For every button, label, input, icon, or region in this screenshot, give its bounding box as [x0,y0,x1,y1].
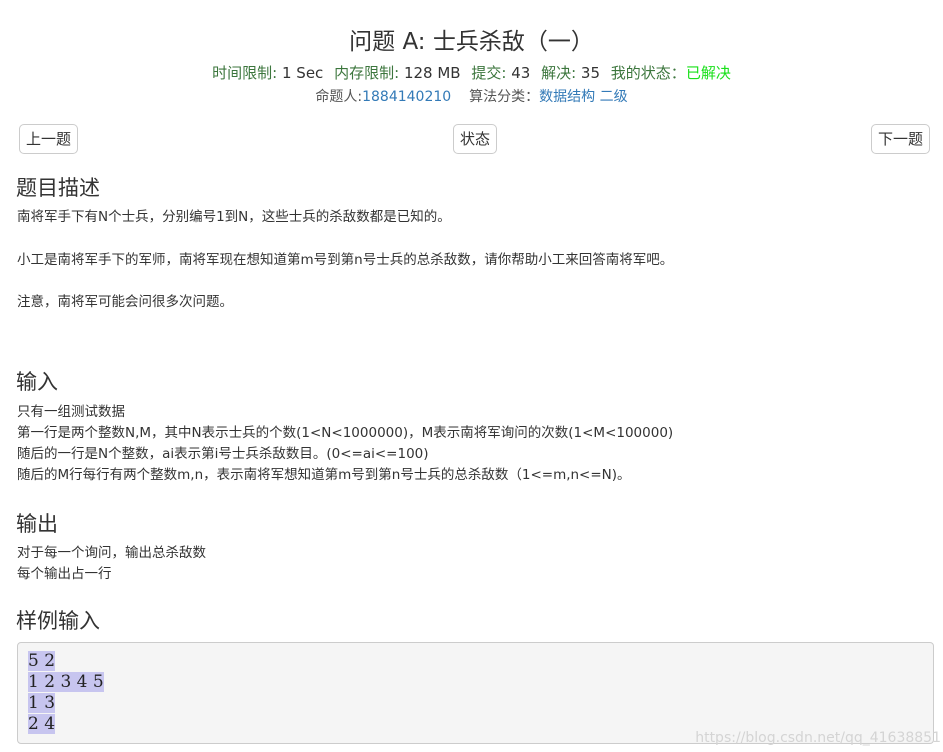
sample-line: 1 3 [28,693,56,713]
sample-line: 5 2 [28,651,56,671]
memory-limit-label: 内存限制: [334,64,400,82]
input-line-3: 随后的一行是N个整数，ai表示第i号士兵杀敌数目。(0<=ai<=100) [17,446,429,462]
next-problem-button[interactable]: 下一题 [871,124,931,154]
output-line-1: 对于每一个询问，输出总杀敌数 [17,545,206,561]
problem-meta: 时间限制: 1 Sec 内存限制: 128 MB 提交: 43 解决: 35 我… [0,62,943,83]
output-heading: 输出 [16,512,58,536]
category-tag-level[interactable]: 二级 [600,89,628,105]
submit-label: 提交: [471,64,507,82]
my-status-value: 已解决 [685,64,731,82]
sample-line: 1 2 3 4 5 [28,672,104,692]
my-status-label: 我的状态： [610,64,686,82]
category-label: 算法分类： [469,89,540,105]
solved-label: 解决: [541,64,577,82]
input-line-2: 第一行是两个整数N,M，其中N表示士兵的个数(1<N<1000000)，M表示南… [17,425,674,441]
solved-count: 35 [580,64,601,82]
status-button[interactable]: 状态 [453,124,498,154]
sample-input-box[interactable]: 5 2 1 2 3 4 5 1 3 2 4 [17,642,934,744]
problem-meta-2: 命题人:1884140210 算法分类：数据结构 二级 [0,86,943,106]
watermark: https://blog.csdn.net/qq_41638851 [695,730,941,746]
category-tag-data-structure[interactable]: 数据结构 [539,89,595,105]
page-title: 问题 A: 士兵杀敌（一） [349,29,594,55]
output-line-2: 每个输出占一行 [17,566,112,582]
author-link[interactable]: 1884140210 [362,89,451,105]
description-line-3: 注意，南将军可能会问很多次问题。 [17,294,233,310]
author-label: 命题人: [315,89,363,105]
input-line-4: 随后的M行每行有两个整数m,n，表示南将军想知道第m号到第n号士兵的总杀敌数（1… [17,467,631,483]
description-line-2: 小工是南将军手下的军师，南将军现在想知道第m号到第n号士兵的总杀敌数，请你帮助小… [17,252,674,268]
prev-problem-button[interactable]: 上一题 [19,124,79,154]
description-heading: 题目描述 [16,176,100,200]
input-line-1: 只有一组测试数据 [17,404,125,420]
description-line-1: 南将军手下有N个士兵，分别编号1到N，这些士兵的杀敌数都是已知的。 [17,209,451,225]
submit-count: 43 [511,64,531,82]
time-limit-value: 1 Sec [282,64,324,82]
input-heading: 输入 [16,370,58,394]
sample-input-heading: 样例输入 [16,609,100,633]
time-limit-label: 时间限制: [212,64,278,82]
memory-limit-value: 128 MB [403,64,461,82]
